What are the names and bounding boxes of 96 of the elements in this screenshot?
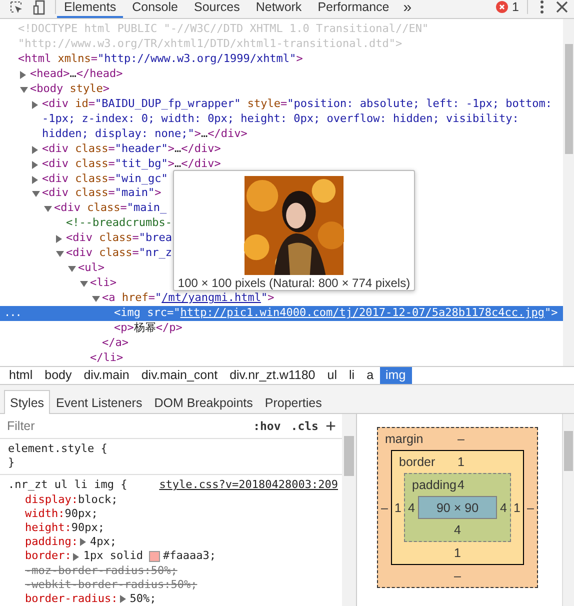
css-selector: element.style { — [8, 442, 108, 456]
error-count[interactable]: 1 — [512, 0, 519, 14]
scrollbar[interactable] — [562, 414, 574, 606]
box-label: border — [399, 455, 436, 469]
close-icon[interactable] — [556, 1, 568, 13]
breadcrumb[interactable]: img — [380, 367, 412, 384]
breadcrumb[interactable]: div.nr_zt.w1180 — [224, 367, 322, 384]
caret-right-icon[interactable] — [32, 160, 38, 169]
markup-text[interactable]: <body style> — [30, 82, 563, 97]
property-name[interactable]: border-radius: — [25, 592, 118, 606]
image-size-text: 100 × 100 pixels (Natural: 800 × 774 pixels) — [178, 277, 410, 290]
source-link[interactable]: style.css?v=20180428003:209 — [159, 478, 338, 493]
closing-tag[interactable]: </li> — [90, 350, 563, 366]
caret-right-icon[interactable] — [32, 176, 38, 184]
property-name[interactable]: display: — [25, 492, 78, 507]
caret-down-icon[interactable] — [68, 266, 76, 272]
box-value: – — [526, 500, 535, 516]
error-icon[interactable] — [496, 1, 508, 13]
property-name[interactable]: padding: — [25, 535, 78, 550]
markup-text[interactable]: <div class="tit_bg">…</div> — [42, 156, 563, 172]
scrollbar[interactable] — [563, 19, 574, 366]
breadcrumb[interactable]: html — [3, 367, 39, 384]
menu-icon[interactable] — [540, 0, 544, 14]
breadcrumb[interactable]: div.main — [78, 367, 136, 384]
property-name[interactable]: -webkit-border-radius: — [25, 578, 171, 592]
more-options-button[interactable]: ... — [4, 306, 21, 322]
caret-down-icon[interactable] — [56, 251, 64, 258]
more-tabs-button[interactable]: » — [397, 0, 418, 16]
property-name[interactable]: width: — [25, 506, 65, 522]
property-value[interactable]: 90px; — [64, 506, 98, 522]
caret-down-icon[interactable] — [44, 206, 52, 212]
box-value: 1 — [458, 455, 464, 469]
property-value[interactable]: 50%; — [150, 564, 178, 578]
box-value: 1 — [453, 545, 462, 562]
caret-down-icon[interactable] — [32, 191, 40, 198]
inspect-element-icon[interactable] — [9, 0, 23, 14]
box-value: – — [458, 432, 464, 446]
breadcrumb[interactable]: ul — [321, 367, 343, 384]
markup-text[interactable]: <img src="http://pic1.win4000.com/tj/2017-12-07/5a28b1178c4cc.jpg"> — [114, 306, 563, 322]
breadcrumb[interactable]: div.main_cont — [135, 367, 224, 384]
box-value: 1 — [394, 500, 402, 516]
styles-tab[interactable]: DOM Breakpoints — [148, 390, 259, 414]
markup-text[interactable]: <div id="BAIDU_DUP_fp_wrapper" style="position: absolute; left: -1px; bottom: -1px; z-index: 0; width: 0px; height: 0px; overflow: hidden; visibility: hidden; display: none;">…</div> — [42, 96, 563, 142]
css-selector: .nr_zt ul li img { — [8, 478, 128, 493]
property-value[interactable]: 1px solid — [83, 549, 143, 564]
markup-text[interactable]: <head>…</head> — [30, 66, 563, 82]
markup-text[interactable]: <div class="header">…</div> — [42, 142, 563, 157]
caret-right-icon[interactable] — [32, 146, 38, 154]
closing-brace: } — [8, 456, 16, 470]
content-size: 90 × 90 — [418, 496, 497, 519]
panel-tab[interactable]: Sources — [186, 0, 247, 18]
box-value: 1 — [512, 500, 522, 516]
box-label: margin — [385, 432, 424, 446]
styles-tab[interactable]: Styles — [4, 390, 50, 414]
closing-tag[interactable]: </a> — [102, 336, 563, 351]
expand-arrow-icon[interactable] — [80, 538, 86, 546]
panel-tab[interactable]: Network — [248, 0, 309, 18]
caret-down-icon[interactable] — [20, 86, 28, 93]
box-label: padding — [412, 478, 458, 492]
filter-toggle-button[interactable]: :hov — [248, 419, 286, 433]
styles-tab[interactable]: Event Listeners — [50, 390, 148, 414]
device-toolbar-icon[interactable] — [33, 0, 45, 14]
property-name[interactable]: -moz-border-radius: — [25, 564, 151, 578]
color-swatch[interactable] — [148, 551, 160, 562]
breadcrumb[interactable]: li — [343, 367, 361, 384]
caret-right-icon[interactable] — [20, 70, 26, 79]
box-value: – — [453, 568, 462, 585]
box-value: 4 — [407, 500, 416, 516]
markup-text[interactable]: <a href="/mt/yangmi.html"> — [102, 291, 563, 306]
caret-down-icon[interactable] — [80, 281, 88, 288]
property-name[interactable]: border: — [25, 549, 72, 564]
panel-tab[interactable]: Console — [125, 0, 185, 18]
property-value[interactable]: #faaaa3; — [162, 549, 216, 564]
expand-arrow-icon[interactable] — [120, 595, 126, 604]
caret-right-icon[interactable] — [56, 235, 62, 244]
styles-tab[interactable]: Properties — [258, 390, 328, 414]
property-value[interactable]: block; — [78, 492, 118, 507]
property-value[interactable]: 90px; — [71, 521, 104, 536]
filter-toggle-button[interactable]: .cls — [286, 419, 324, 433]
property-value[interactable]: 50%; — [130, 592, 156, 606]
box-value: – — [380, 500, 389, 516]
property-value[interactable]: 50%; — [170, 578, 198, 592]
breadcrumb[interactable]: body — [38, 367, 78, 384]
markup-text[interactable]: <p>杨幂</p> — [114, 321, 563, 336]
box-value: 4 — [458, 478, 464, 492]
expand-arrow-icon[interactable] — [73, 552, 80, 561]
scrollbar[interactable] — [342, 414, 356, 606]
box-value: 4 — [499, 500, 508, 516]
property-name[interactable]: height: — [25, 521, 72, 536]
breadcrumb[interactable]: a — [360, 367, 380, 384]
box-value: 4 — [453, 522, 462, 539]
panel-tab[interactable]: Performance — [310, 0, 396, 18]
property-value[interactable]: 4px; — [90, 535, 116, 550]
filter-toggle-button[interactable]: + — [323, 416, 338, 436]
caret-right-icon[interactable] — [32, 100, 38, 109]
markup-text[interactable]: <html xmlns="http://www.w3.org/1999/xhtml"> — [18, 52, 563, 67]
